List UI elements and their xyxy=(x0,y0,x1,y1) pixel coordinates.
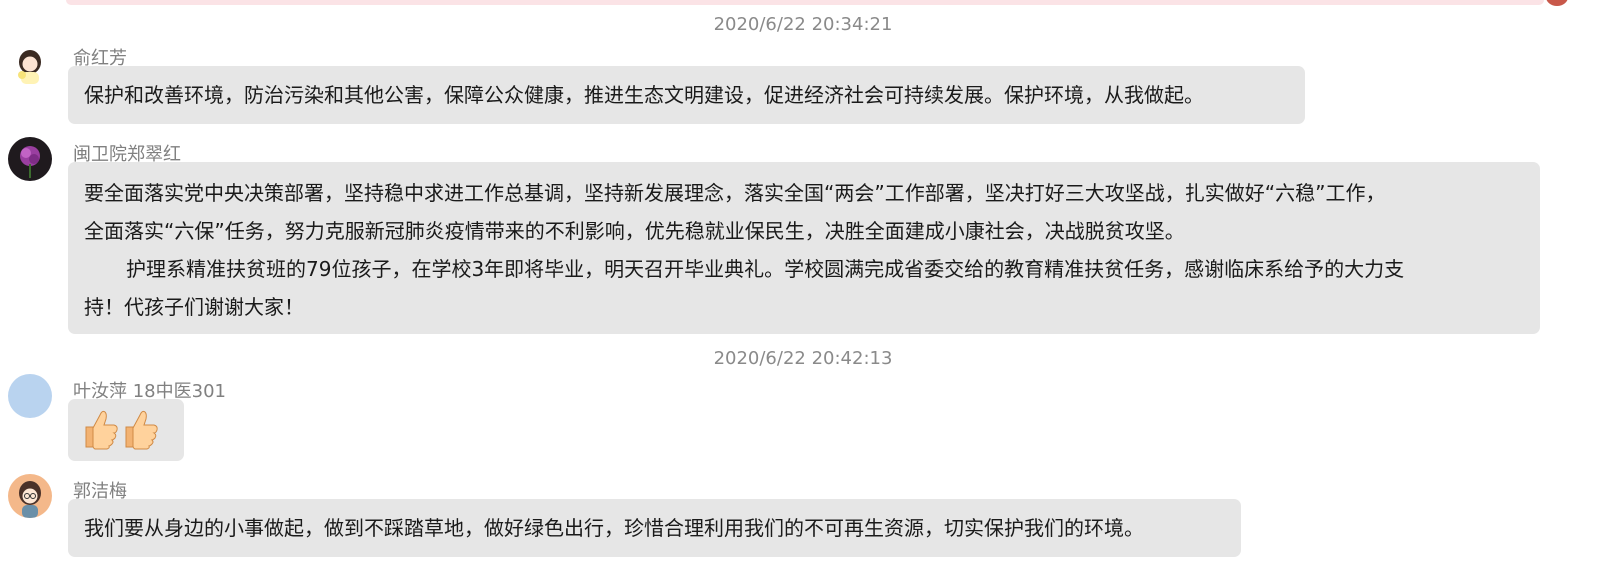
message-text: 要全面落实党中央决策部署，坚持稳中求进工作总基调，坚持新发展理念，落实全国“两会… xyxy=(84,181,1386,205)
avatar[interactable] xyxy=(8,474,52,518)
message-bubble[interactable]: 要全面落实党中央决策部署，坚持稳中求进工作总基调，坚持新发展理念，落实全国“两会… xyxy=(68,162,1540,334)
avatar[interactable] xyxy=(8,42,52,86)
message-text: 护理系精准扶贫班的79位孩子，在学校3年即将毕业，明天召开毕业典礼。学校圆满完成… xyxy=(126,257,1405,281)
previous-message-bubble-edge xyxy=(66,0,1544,5)
message-bubble[interactable]: 我们要从身边的小事做起，做到不踩踏草地，做好绿色出行，珍惜合理利用我们的不可再生… xyxy=(68,499,1241,557)
message-bubble[interactable]: 保护和改善环境，防治污染和其他公害，保障公众健康，推进生态文明建设，促进经济社会… xyxy=(68,66,1305,124)
message-timestamp: 2020/6/22 20:42:13 xyxy=(713,348,893,369)
avatar[interactable] xyxy=(1546,0,1568,6)
avatar[interactable] xyxy=(8,374,52,418)
message-timestamp: 2020/6/22 20:34:21 xyxy=(713,14,893,35)
message-text: 持！代孩子们谢谢大家！ xyxy=(84,295,304,319)
thumbs-up-icon xyxy=(80,407,120,456)
thumbs-up-icon xyxy=(120,407,160,456)
avatar[interactable] xyxy=(8,137,52,181)
message-text: 我们要从身边的小事做起，做到不踩踏草地，做好绿色出行，珍惜合理利用我们的不可再生… xyxy=(84,516,1144,540)
message-bubble[interactable] xyxy=(68,399,184,461)
message-text: 保护和改善环境，防治污染和其他公害，保障公众健康，推进生态文明建设，促进经济社会… xyxy=(84,83,1204,107)
message-text: 全面落实“六保”任务，努力克服新冠肺炎疫情带来的不利影响，优先稳就业保民生，决胜… xyxy=(84,219,1185,243)
